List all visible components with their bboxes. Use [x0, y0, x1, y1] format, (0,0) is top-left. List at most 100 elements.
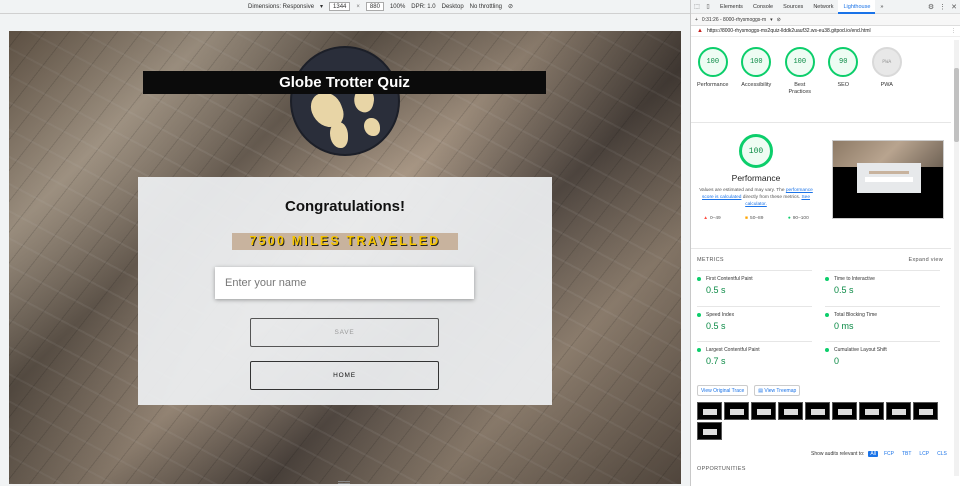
scrollbar-thumb[interactable]: [954, 68, 959, 142]
gauge-label: Accessibility: [741, 82, 772, 88]
device-select[interactable]: Desktop: [442, 4, 464, 10]
performance-title: Performance: [731, 173, 781, 183]
lighthouse-toolbar: + 0:31:26 - 8000-rhysmoggs-m ▾ ⊘: [691, 14, 960, 26]
session-select[interactable]: 0:31:26 - 8000-rhysmoggs-m: [702, 17, 766, 23]
home-button[interactable]: HOME: [250, 361, 439, 390]
chevron-down-icon: ▾: [320, 4, 324, 10]
filmstrip-frame: [778, 402, 803, 420]
gauge-performance[interactable]: 100 Performance: [691, 47, 735, 96]
kebab-menu-icon[interactable]: ⋮: [939, 3, 946, 11]
metric-name: Speed Index: [706, 312, 735, 318]
gauge-accessibility[interactable]: 100 Accessibility: [735, 47, 779, 96]
metric-value: 0.5 s: [706, 285, 726, 295]
end-card: Congratulations! 7500 MILES TRAVELLED SA…: [138, 177, 552, 405]
legend-average: ■ 50–89: [745, 216, 764, 221]
gauge-pwa[interactable]: PWA PWA: [865, 47, 909, 96]
more-tabs-button[interactable]: »: [875, 0, 888, 14]
device-toggle-icon[interactable]: ▯: [704, 3, 712, 11]
scrollbar[interactable]: [954, 40, 959, 476]
filmstrip-frame: [886, 402, 911, 420]
add-icon[interactable]: +: [695, 17, 698, 23]
devtools-tabbar: ⬚ ▯ Elements Console Sources Network Lig…: [691, 0, 960, 14]
tab-console[interactable]: Console: [748, 0, 778, 14]
gauge-score: 100: [784, 47, 815, 77]
globe-logo: [290, 46, 400, 156]
tab-elements[interactable]: Elements: [715, 0, 748, 14]
metric-lcp: Largest Contentful Paint 0.7 s: [697, 341, 812, 366]
chip-fcp[interactable]: FCP: [882, 451, 896, 457]
pass-dot-icon: [825, 348, 829, 352]
expand-view-button[interactable]: Expand view: [909, 257, 944, 263]
metric-name: First Contentful Paint: [706, 276, 753, 282]
gauge-score: 100: [697, 47, 728, 77]
view-trace-button[interactable]: View Original Trace: [697, 385, 749, 396]
report-buttons: View Original Trace ▤ View Treemap: [697, 385, 801, 396]
filmstrip-frame: [805, 402, 830, 420]
zoom-select[interactable]: 100%: [390, 4, 405, 10]
metric-value: 0 ms: [834, 321, 854, 331]
gauge-label: Best Practices: [788, 82, 812, 95]
devtools-panel: ⬚ ▯ Elements Console Sources Network Lig…: [691, 0, 960, 486]
gauge-label: PWA: [880, 82, 893, 88]
gauge-label: Performance: [697, 82, 729, 88]
tab-sources[interactable]: Sources: [778, 0, 808, 14]
performance-description: Values are estimated and may vary. The p…: [691, 187, 821, 208]
report-url[interactable]: https://8000-rhysmoggs-ms2quiz-llddk2uau…: [707, 28, 871, 34]
close-icon[interactable]: ✕: [951, 3, 957, 11]
save-button[interactable]: SAVE: [250, 318, 439, 347]
inspect-icon[interactable]: ⬚: [693, 3, 701, 11]
chip-all[interactable]: All: [868, 451, 878, 457]
gauge-label: SEO: [837, 82, 850, 88]
gauge-seo[interactable]: 90 SEO: [822, 47, 866, 96]
gauge-best-practices[interactable]: 100 Best Practices: [778, 47, 822, 96]
metric-name: Time to Interactive: [834, 276, 875, 282]
metric-cls: Cumulative Layout Shift 0: [825, 341, 940, 366]
metric-tbt: Total Blocking Time 0 ms: [825, 306, 940, 331]
rotate-icon[interactable]: ⊘: [508, 3, 513, 10]
view-treemap-button[interactable]: ▤ View Treemap: [754, 385, 801, 396]
clear-icon[interactable]: ⊘: [777, 17, 781, 23]
congrats-heading: Congratulations!: [285, 198, 405, 215]
width-input[interactable]: 1344: [329, 2, 351, 11]
divider: [691, 248, 951, 249]
desc-text: Values are estimated and may vary. The: [699, 188, 785, 193]
tab-lighthouse[interactable]: Lighthouse: [838, 0, 876, 14]
chip-cls[interactable]: CLS: [935, 451, 949, 457]
resize-handle[interactable]: [338, 481, 350, 484]
chip-tbt[interactable]: TBT: [900, 451, 913, 457]
metrics-header: METRICS Expand view: [697, 257, 943, 263]
legend-pass: ● 90–100: [787, 216, 809, 221]
tab-network[interactable]: Network: [808, 0, 838, 14]
report-urlbar: ▲ https://8000-rhysmoggs-ms2quiz-llddk2u…: [691, 26, 960, 37]
metrics-title: METRICS: [697, 257, 724, 263]
height-input[interactable]: 880: [365, 2, 384, 11]
final-screenshot-thumbnail[interactable]: [832, 140, 944, 219]
username-input[interactable]: [215, 267, 474, 299]
gear-icon[interactable]: ⚙: [928, 3, 934, 11]
chip-lcp[interactable]: LCP: [917, 451, 931, 457]
chevron-down-icon: ▾: [770, 16, 773, 23]
performance-summary: 100 Performance Values are estimated and…: [691, 134, 821, 221]
pass-dot-icon: [697, 348, 701, 352]
dimensions-select[interactable]: Dimensions: Responsive: [248, 4, 314, 10]
pass-dot-icon: [825, 313, 829, 317]
metric-value: 0: [834, 356, 840, 366]
page-title: Globe Trotter Quiz: [143, 71, 546, 94]
throttle-select[interactable]: No throttling: [470, 4, 502, 10]
pass-dot-icon: [697, 313, 701, 317]
performance-score: 100: [739, 134, 773, 168]
warning-icon: ▲: [697, 28, 703, 34]
divider: [691, 122, 951, 123]
kebab-menu-icon[interactable]: ⋮: [951, 28, 956, 34]
pass-dot-icon: [825, 277, 829, 281]
metric-value: 0.5 s: [834, 285, 854, 295]
filmstrip-frame: [832, 402, 857, 420]
legend-fail: ▲ 0–49: [703, 216, 721, 221]
metric-fcp: First Contentful Paint 0.5 s: [697, 270, 812, 295]
device-toolbar: Dimensions: Responsive ▾ 1344 × 880 100% …: [0, 0, 690, 14]
opportunities-header: OPPORTUNITIES: [697, 466, 746, 472]
dpr-select[interactable]: DPR: 1.0: [411, 4, 435, 10]
metric-name: Cumulative Layout Shift: [834, 347, 887, 353]
audit-filter: Show audits relevant to: All FCP TBT LCP…: [811, 451, 949, 457]
app-viewport: Globe Trotter Quiz Congratulations! 7500…: [9, 31, 681, 484]
